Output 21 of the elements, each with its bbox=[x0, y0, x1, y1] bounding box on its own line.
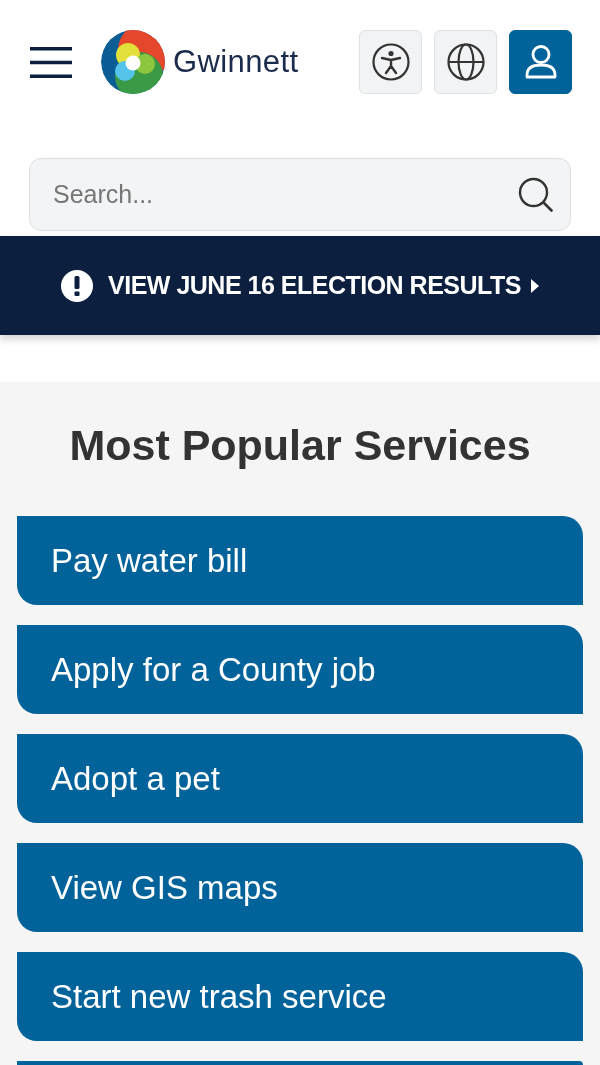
service-button[interactable]: Pay water bill bbox=[17, 516, 583, 605]
election-results-link[interactable]: VIEW JUNE 16 ELECTION RESULTS bbox=[61, 269, 539, 302]
exclamation-icon bbox=[61, 269, 94, 302]
language-button[interactable] bbox=[434, 30, 497, 94]
service-button[interactable]: View GIS maps bbox=[17, 843, 583, 932]
service-button[interactable]: Start new trash service bbox=[17, 952, 583, 1041]
menu-button[interactable] bbox=[30, 46, 72, 78]
caret-icon bbox=[530, 278, 539, 293]
account-button[interactable] bbox=[509, 30, 572, 94]
service-button[interactable]: Adopt a pet bbox=[17, 734, 583, 823]
user-icon bbox=[524, 45, 557, 79]
service-button[interactable]: Apply for a County job bbox=[17, 625, 583, 714]
accessibility-button[interactable] bbox=[359, 30, 422, 94]
menu-icon bbox=[30, 46, 72, 78]
section-heading: Most Popular Services bbox=[68, 420, 532, 471]
circle-logo-icon[interactable] bbox=[101, 30, 165, 94]
search-field[interactable]: Search... bbox=[29, 158, 571, 231]
globe-icon bbox=[446, 43, 485, 81]
logo-text[interactable]: Gwinnett bbox=[173, 42, 299, 82]
search-icon[interactable] bbox=[518, 177, 553, 212]
accessibility-icon bbox=[371, 43, 410, 81]
